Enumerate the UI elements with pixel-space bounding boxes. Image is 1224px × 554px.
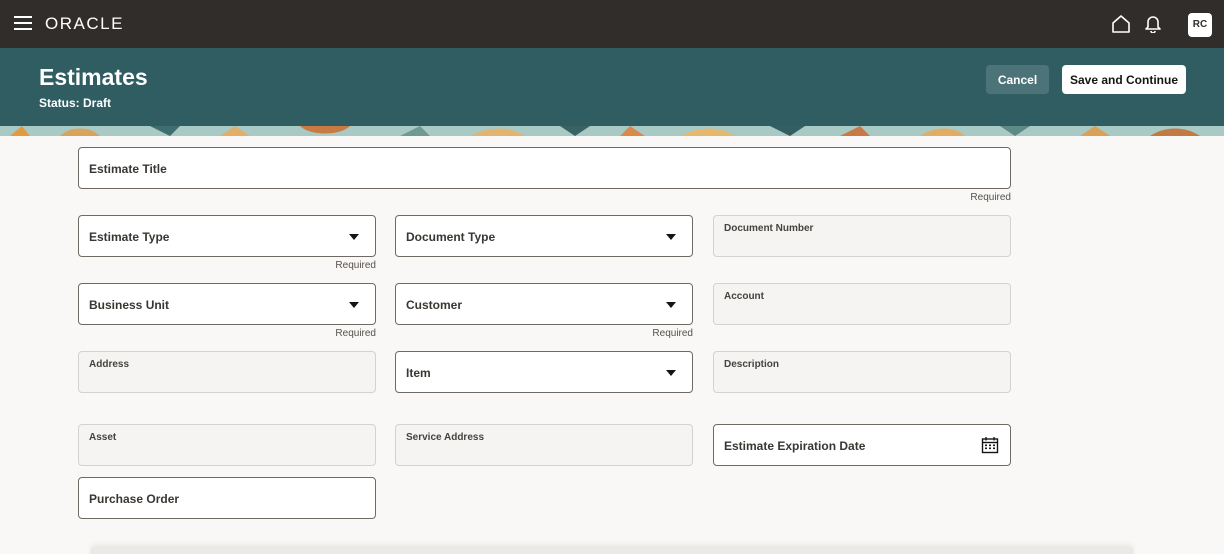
item-label: Item — [406, 366, 431, 380]
account-label: Account — [724, 291, 764, 302]
chevron-down-icon — [666, 370, 676, 376]
calendar-icon[interactable] — [981, 436, 999, 454]
top-bar: ORACLE RC — [0, 0, 1224, 48]
bell-icon[interactable] — [1143, 13, 1163, 33]
bottom-panel-edge — [90, 546, 1134, 554]
address-label: Address — [89, 359, 130, 370]
customer-label: Customer — [406, 298, 463, 312]
business-unit-label: Business Unit — [89, 298, 170, 312]
service-address-field: Service Address — [395, 424, 693, 466]
estimate-title-field[interactable]: Estimate Title — [78, 147, 1011, 189]
estimate-expiration-date-label: Estimate Expiration Date — [724, 439, 866, 453]
chevron-down-icon — [666, 234, 676, 240]
document-type-select[interactable]: Document Type — [395, 215, 693, 257]
page-header: Estimates Status: Draft Cancel Save and … — [0, 48, 1224, 136]
save-and-continue-button[interactable]: Save and Continue — [1062, 65, 1186, 94]
description-field: Description — [713, 351, 1011, 393]
oracle-logo[interactable]: ORACLE — [45, 14, 124, 34]
account-field: Account — [713, 283, 1011, 325]
asset-field: Asset — [78, 424, 376, 466]
estimate-type-required: Required — [335, 260, 376, 271]
customer-select[interactable]: Customer — [395, 283, 693, 325]
description-label: Description — [724, 359, 780, 370]
document-number-label: Document Number — [724, 223, 814, 234]
cancel-button[interactable]: Cancel — [986, 65, 1049, 94]
estimate-expiration-date-field[interactable]: Estimate Expiration Date — [713, 424, 1011, 466]
document-type-label: Document Type — [406, 230, 496, 244]
business-unit-select[interactable]: Business Unit — [78, 283, 376, 325]
estimate-title-required: Required — [970, 192, 1011, 203]
customer-required: Required — [652, 328, 693, 339]
document-number-field: Document Number — [713, 215, 1011, 257]
avatar[interactable]: RC — [1188, 13, 1212, 37]
address-field: Address — [78, 351, 376, 393]
estimate-type-select[interactable]: Estimate Type — [78, 215, 376, 257]
item-select[interactable]: Item — [395, 351, 693, 393]
estimate-type-label: Estimate Type — [89, 230, 170, 244]
asset-label: Asset — [89, 432, 117, 443]
service-address-label: Service Address — [406, 432, 485, 443]
business-unit-required: Required — [335, 328, 376, 339]
estimate-title-label: Estimate Title — [89, 162, 167, 176]
header-decoration — [0, 126, 1224, 136]
chevron-down-icon — [349, 234, 359, 240]
purchase-order-label: Purchase Order — [89, 492, 180, 506]
home-icon[interactable] — [1111, 14, 1131, 34]
hamburger-icon[interactable] — [14, 16, 32, 30]
chevron-down-icon — [349, 302, 359, 308]
chevron-down-icon — [666, 302, 676, 308]
page-title: Estimates — [39, 64, 148, 90]
status-text: Status: Draft — [39, 96, 112, 110]
purchase-order-field[interactable]: Purchase Order — [78, 477, 376, 519]
